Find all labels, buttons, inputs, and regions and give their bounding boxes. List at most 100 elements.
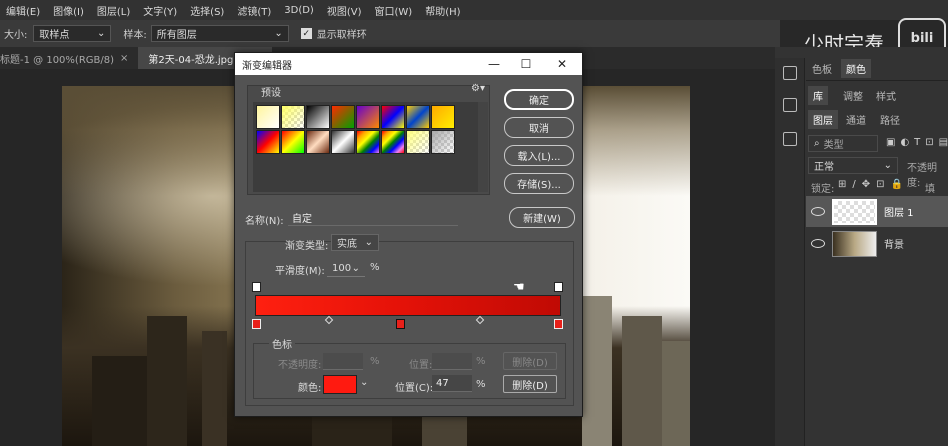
tab-swatches[interactable]: 色板 — [812, 61, 832, 76]
preset-swatch[interactable] — [406, 105, 430, 129]
location-field[interactable]: 47 — [432, 375, 472, 392]
name-field[interactable]: 自定 — [288, 209, 458, 226]
menu-item[interactable]: 图像(I) — [53, 3, 84, 18]
close-icon[interactable]: ✕ — [547, 53, 577, 75]
preset-swatches — [253, 102, 483, 192]
preset-swatch[interactable] — [381, 105, 405, 129]
properties-icon[interactable] — [783, 132, 797, 146]
ok-button[interactable]: 确定 — [504, 89, 574, 110]
maximize-icon[interactable]: ☐ — [511, 53, 541, 75]
preset-scrollbar[interactable] — [478, 102, 488, 192]
layer-filter-value: 类型 — [823, 140, 844, 151]
stop-opacity-field — [323, 353, 363, 370]
gradient-type-label: 渐变类型: — [285, 241, 329, 252]
search-icon: ⌕ — [814, 138, 820, 149]
show-ring-checkbox[interactable]: ✓ — [300, 28, 312, 39]
opacity-stop-right[interactable] — [554, 282, 563, 292]
layer-thumbnail — [832, 230, 877, 257]
eye-icon[interactable] — [811, 207, 825, 216]
sample-select[interactable]: 所有图层 ⌄ — [150, 25, 289, 42]
menu-item[interactable]: 视图(V) — [327, 3, 362, 18]
menu-item[interactable]: 图层(L) — [97, 3, 130, 18]
lock-label: 锁定: — [811, 184, 835, 195]
preset-swatch[interactable] — [406, 130, 430, 154]
eye-icon[interactable] — [811, 239, 825, 248]
close-icon[interactable]: × — [120, 53, 128, 64]
tab-channels[interactable]: 通道 — [846, 112, 866, 127]
preset-swatch[interactable] — [281, 130, 305, 154]
preset-swatch[interactable] — [256, 105, 280, 129]
stops-group-label: 色标 — [269, 336, 295, 351]
smoothness-value: 100 — [332, 262, 352, 274]
tab-layers[interactable]: 图层 — [808, 110, 838, 129]
preset-swatch[interactable] — [356, 105, 380, 129]
preset-swatch[interactable] — [331, 130, 355, 154]
history-icon[interactable] — [783, 66, 797, 80]
chevron-down-icon[interactable]: ⌄ — [360, 377, 368, 388]
adjust-icon[interactable] — [783, 98, 797, 112]
color-stop-middle[interactable] — [396, 319, 405, 329]
save-button[interactable]: 存储(S)... — [504, 173, 574, 194]
tab-untitled[interactable]: 标题-1 @ 100%(RGB/8) × — [0, 47, 138, 69]
preset-swatch[interactable] — [431, 105, 455, 129]
menu-item[interactable]: 帮助(H) — [425, 3, 460, 18]
cursor-pointer-icon: ☚ — [513, 280, 525, 295]
chevron-down-icon: ⌄ — [351, 262, 360, 274]
load-button[interactable]: 载入(L)... — [504, 145, 574, 166]
size-value: 取样点 — [39, 30, 70, 41]
layer-row[interactable]: 背景 — [806, 228, 948, 259]
tab-color[interactable]: 颜色 — [841, 59, 871, 78]
preset-swatch[interactable] — [281, 105, 305, 129]
menu-item[interactable]: 窗口(W) — [375, 3, 413, 18]
smoothness-field[interactable]: 100 ⌄ — [327, 260, 365, 277]
options-bar: 大小: 取样点 ⌄ 样本: 所有图层 ⌄ ✓ 显示取样环 — [0, 20, 780, 47]
size-select[interactable]: 取样点 ⌄ — [33, 25, 112, 42]
panel-tool-strip — [775, 58, 805, 446]
menu-item[interactable]: 滤镜(T) — [237, 3, 271, 18]
delete-color-stop-button[interactable]: 删除(D) — [503, 375, 557, 393]
layer-filter-select[interactable]: ⌕ 类型 — [808, 135, 878, 152]
menu-item[interactable]: 选择(S) — [190, 3, 224, 18]
preset-swatch[interactable] — [356, 130, 380, 154]
stop-color-swatch[interactable] — [323, 375, 357, 394]
preset-swatch[interactable] — [431, 130, 455, 154]
tab-adjustments[interactable]: 调整 — [843, 88, 863, 103]
layer-row[interactable]: 图层 1 — [806, 196, 948, 227]
preset-swatch[interactable] — [381, 130, 405, 154]
preset-swatch[interactable] — [306, 105, 330, 129]
cancel-button[interactable]: 取消 — [504, 117, 574, 138]
lock-icons[interactable]: ⊞/✥⊡🔒 — [838, 179, 909, 190]
opacity-stop-left[interactable] — [252, 282, 261, 292]
layer-thumbnail — [832, 198, 877, 225]
menu-item[interactable]: 3D(D) — [284, 5, 314, 16]
chevron-down-icon: ⌄ — [883, 160, 892, 171]
preset-swatch[interactable] — [256, 130, 280, 154]
preset-swatch[interactable] — [306, 130, 330, 154]
gradient-bar[interactable] — [255, 295, 561, 316]
blend-mode-select[interactable]: 正常 ⌄ — [808, 157, 898, 174]
gradient-type-value: 实底 — [337, 239, 357, 250]
show-ring-label: 显示取样环 — [316, 30, 367, 41]
preset-swatch[interactable] — [331, 105, 355, 129]
stop-opacity-label: 不透明度: — [278, 360, 322, 371]
gear-icon[interactable]: ⚙▾ — [471, 83, 485, 94]
minimize-icon[interactable]: — — [479, 53, 509, 75]
stop-opacity-unit: % — [370, 356, 380, 367]
stop-opacity-location-label: 位置: — [409, 360, 433, 371]
menu-item[interactable]: 编辑(E) — [6, 3, 40, 18]
menu-bar: 编辑(E) 图像(I) 图层(L) 文字(Y) 选择(S) 滤镜(T) 3D(D) 视图(V)… — [0, 0, 948, 20]
color-stop-right[interactable] — [554, 319, 563, 329]
new-button[interactable]: 新建(W) — [509, 207, 575, 228]
location-unit: % — [476, 379, 486, 390]
chevron-down-icon: ⌄ — [96, 28, 106, 39]
color-stop-left[interactable] — [252, 319, 261, 329]
blend-mode-value: 正常 — [814, 162, 834, 173]
stop-opacity-location-unit: % — [476, 356, 486, 367]
gradient-editor-dialog: 渐变编辑器 — ☐ ✕ 预设 ⚙▾ 确定 取消 载入(L)... 存储(S)..… — [234, 52, 583, 417]
menu-item[interactable]: 文字(Y) — [143, 3, 177, 18]
color-label: 颜色: — [298, 383, 322, 394]
tab-paths[interactable]: 路径 — [880, 112, 900, 127]
gradient-type-select[interactable]: 实底 ⌄ — [331, 234, 379, 251]
tab-libraries[interactable]: 库 — [808, 86, 828, 105]
tab-styles[interactable]: 样式 — [876, 88, 896, 103]
